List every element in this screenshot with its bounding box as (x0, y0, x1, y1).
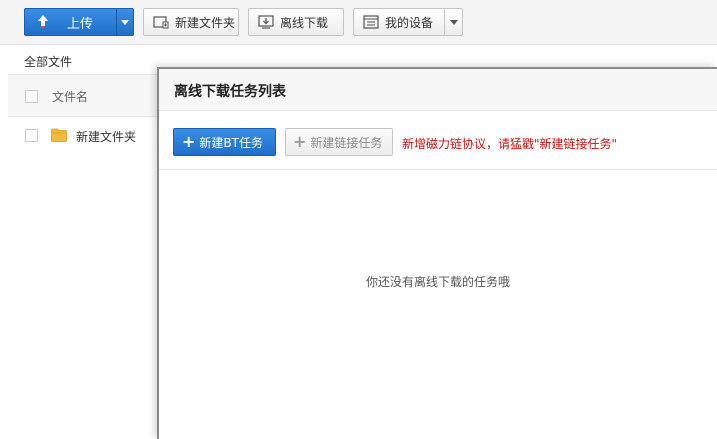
my-device-button[interactable]: 我的设备 (353, 8, 463, 36)
my-device-label: 我的设备 (385, 15, 434, 30)
plus-icon: + (293, 132, 307, 151)
new-folder-icon (153, 16, 169, 29)
empty-task-message: 你还没有离线下载的任务哦 (365, 275, 510, 289)
offline-download-icon (258, 15, 274, 29)
offline-download-dialog: 离线下载任务列表 + 新建BT任务 + 新建链接任务 新增磁力链协议，请猛戳"新… (157, 67, 717, 439)
upload-label: 上传 (67, 16, 94, 32)
chevron-down-icon (450, 19, 458, 25)
offline-download-label: 离线下载 (280, 15, 329, 30)
device-menu-toggle[interactable] (445, 9, 463, 35)
new-link-task-label: 新建链接任务 (310, 135, 383, 150)
upload-menu-toggle[interactable] (117, 9, 133, 35)
new-bt-task-button[interactable]: + 新建BT任务 (173, 128, 276, 156)
new-folder-label: 新建文件夹 (175, 15, 236, 30)
new-link-task-button[interactable]: + 新建链接任务 (285, 128, 393, 156)
magnet-link-notice: 新增磁力链协议，请猛戳"新建链接任务" (402, 137, 618, 151)
new-folder-button[interactable]: 新建文件夹 (143, 8, 239, 36)
column-header-name[interactable]: 文件名 (52, 88, 88, 105)
dialog-title: 离线下载任务列表 (174, 84, 286, 100)
upload-icon (38, 15, 48, 29)
select-all-checkbox[interactable] (25, 90, 38, 103)
file-name[interactable]: 新建文件夹 (76, 128, 136, 145)
dialog-header[interactable]: 离线下载任务列表 (159, 69, 717, 111)
chevron-down-icon (121, 19, 129, 25)
toolbar: 上传 新建文件夹 离线下载 我的设备 (0, 0, 717, 45)
device-icon (363, 15, 379, 29)
dialog-action-bar: + 新建BT任务 + 新建链接任务 新增磁力链协议，请猛戳"新建链接任务" (159, 112, 717, 170)
breadcrumb[interactable]: 全部文件 (24, 53, 72, 70)
plus-icon: + (182, 132, 196, 151)
offline-download-button[interactable]: 离线下载 (248, 8, 344, 36)
upload-button[interactable]: 上传 (24, 8, 134, 36)
upload-button-main[interactable]: 上传 (25, 9, 116, 35)
row-checkbox[interactable] (25, 129, 38, 142)
new-bt-task-label: 新建BT任务 (199, 135, 263, 150)
folder-icon (51, 128, 67, 142)
